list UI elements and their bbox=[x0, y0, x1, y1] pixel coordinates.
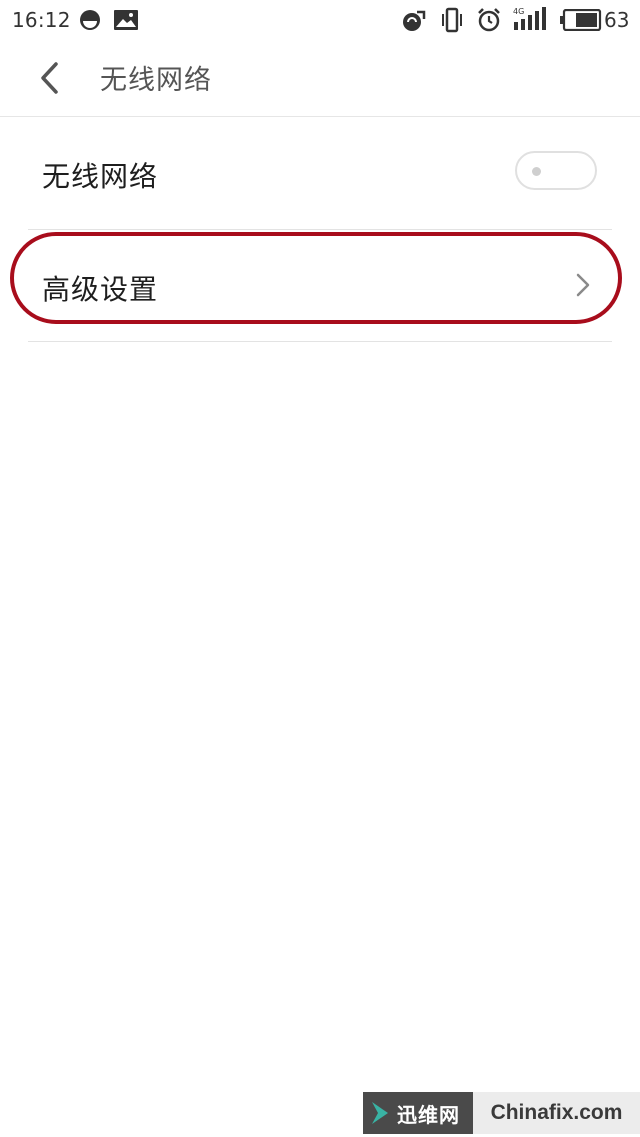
battery-level: 63 bbox=[604, 8, 630, 32]
title-bar: 无线网络 bbox=[0, 40, 640, 117]
alarm-icon bbox=[478, 8, 500, 32]
sync-icon bbox=[403, 10, 426, 31]
watermark-cn-text: 迅维网 bbox=[397, 1102, 460, 1127]
settings-row-wifi[interactable]: 无线网络 bbox=[28, 117, 612, 230]
signal-icon: 4G bbox=[513, 7, 546, 30]
status-time: 16:12 bbox=[12, 8, 71, 32]
status-bar: 16:12 4G 63 bbox=[0, 0, 640, 40]
watermark-cn-block: 迅维网 bbox=[363, 1092, 473, 1134]
watermark: 迅维网 Chinafix.com bbox=[363, 1092, 640, 1134]
image-notification-icon bbox=[114, 10, 138, 30]
network-type-label: 4G bbox=[513, 7, 524, 16]
back-arrow-icon bbox=[41, 62, 58, 94]
watermark-en-text: Chinafix.com bbox=[490, 1101, 623, 1124]
watermark-arrow-icon bbox=[372, 1102, 388, 1124]
battery-icon bbox=[560, 9, 602, 31]
page-title: 无线网络 bbox=[100, 65, 212, 96]
wifi-toggle[interactable] bbox=[515, 151, 597, 190]
clock-mode-icon bbox=[80, 10, 100, 30]
vibrate-icon bbox=[442, 7, 462, 33]
wifi-label: 无线网络 bbox=[42, 160, 159, 193]
back-button[interactable] bbox=[30, 58, 70, 98]
highlight-annotation bbox=[10, 232, 622, 324]
watermark-en-block: Chinafix.com bbox=[473, 1092, 640, 1134]
toggle-knob bbox=[532, 167, 541, 176]
